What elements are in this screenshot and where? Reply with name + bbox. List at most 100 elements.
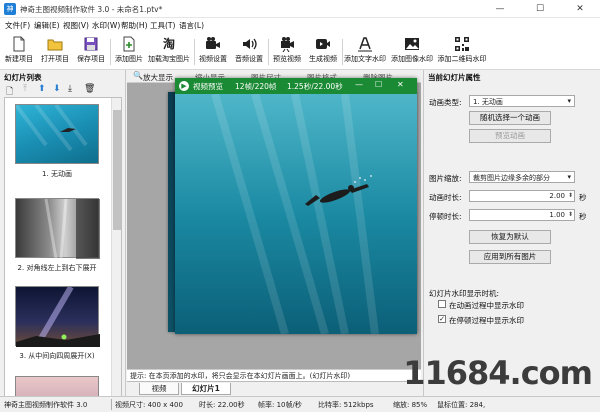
- preview-video-button[interactable]: 预览视频: [270, 35, 304, 68]
- show-during-animation-checkbox[interactable]: [438, 300, 446, 308]
- menu-watermark[interactable]: 水印(W): [92, 20, 120, 31]
- move-bottom-icon[interactable]: ⤓: [68, 84, 72, 94]
- preview-time-info: 1.25秒/22.00秒: [287, 82, 343, 91]
- show-during-pause-label: 在停顿过程中显示水印: [449, 316, 524, 325]
- slide-thumbnail-4[interactable]: [15, 376, 99, 396]
- scrollbar-thumb[interactable]: [113, 110, 121, 230]
- new-project-button[interactable]: 新建项目: [2, 35, 36, 68]
- menu-language[interactable]: 语言(L): [179, 20, 204, 31]
- generate-video-label: 生成视频: [309, 55, 337, 63]
- add-image-watermark-button[interactable]: 添加图像水印: [390, 35, 434, 68]
- menu-tools[interactable]: 工具(T): [150, 20, 175, 31]
- restore-default-button[interactable]: 恢复为默认: [469, 230, 551, 244]
- status-mouse-pos: 鼠标位置: 284,: [437, 401, 486, 409]
- hint-text: 提示: 在本页添加的水印，将只会显示在本幻灯片画面上。(幻灯片水印): [127, 369, 421, 381]
- site-watermark-logo: 11684.com: [403, 354, 593, 392]
- animation-duration-input[interactable]: 2.00: [469, 190, 575, 202]
- slide-label-1: 1. 无动画: [42, 170, 72, 178]
- slide-thumbnail-1[interactable]: [14, 103, 99, 164]
- show-during-animation-label: 在动画过程中显示水印: [449, 301, 524, 310]
- zoom-in-label[interactable]: 放大显示: [143, 72, 173, 83]
- text-watermark-icon: [358, 37, 372, 52]
- qrcode-icon: [455, 37, 469, 51]
- preview-title-bar: ▶ 视频预览 12帧/220帧 1.25秒/22.00秒 — ☐ ✕: [175, 78, 417, 94]
- open-project-button[interactable]: 打开项目: [38, 35, 72, 68]
- diver-image: [14, 103, 88, 152]
- show-during-pause-checkbox[interactable]: ✓: [438, 315, 446, 323]
- maximize-button[interactable]: ☐: [520, 0, 560, 18]
- animation-duration-label: 动画时长:: [429, 193, 462, 202]
- move-up-icon[interactable]: ⬆: [38, 84, 46, 94]
- video-camera-icon: [206, 37, 220, 49]
- move-down-icon[interactable]: ⬇: [53, 84, 61, 94]
- add-image-watermark-label: 添加图像水印: [391, 55, 433, 63]
- generate-video-icon: [316, 39, 330, 49]
- close-button[interactable]: ✕: [560, 0, 600, 18]
- tab-slide-1[interactable]: 幻灯片1: [181, 383, 231, 395]
- save-project-button[interactable]: 保存项目: [74, 35, 108, 68]
- tab-strip: 视频 幻灯片1: [127, 381, 421, 395]
- preview-minimize-button[interactable]: —: [355, 80, 363, 89]
- menu-file[interactable]: 文件(F): [5, 20, 30, 31]
- properties-title: 当前幻灯片属性: [424, 70, 600, 82]
- video-settings-button[interactable]: 视频设置: [196, 35, 230, 68]
- apply-all-button[interactable]: 应用到所有图片: [469, 250, 551, 264]
- minimize-button[interactable]: —: [480, 0, 520, 18]
- animation-type-select[interactable]: 1. 无动画: [469, 95, 575, 107]
- add-image-label: 添加图片: [115, 55, 143, 63]
- slide-thumbnail-3[interactable]: [15, 285, 100, 349]
- add-text-watermark-label: 添加文字水印: [344, 55, 386, 63]
- preview-frame-info: 12帧/220帧: [235, 82, 277, 91]
- menu-edit[interactable]: 编辑(E): [34, 20, 60, 31]
- add-image-button[interactable]: 添加图片: [112, 35, 146, 68]
- animation-type-label: 动画类型:: [429, 98, 462, 107]
- video-preview-window: ▶ 视频预览 12帧/220帧 1.25秒/22.00秒 — ☐ ✕: [175, 78, 417, 334]
- menu-bar: 文件(F) 编辑(E) 视图(V) 水印(W) 帮助(H) 工具(T) 语言(L…: [0, 18, 600, 33]
- new-project-icon: [13, 36, 25, 52]
- status-video-size: 视频尺寸: 400 x 400: [115, 401, 183, 409]
- preview-maximize-button[interactable]: ☐: [375, 80, 382, 89]
- rock-image: [44, 198, 100, 260]
- add-image-icon: [123, 36, 135, 52]
- status-separator: [111, 399, 112, 410]
- preview-title: 视频预览: [193, 82, 223, 91]
- audio-settings-button[interactable]: 音频设置: [232, 35, 266, 68]
- add-qrcode-watermark-button[interactable]: 添加二维码水印: [436, 35, 488, 68]
- menu-help[interactable]: 帮助(H): [121, 20, 148, 31]
- pause-duration-label: 停顿时长:: [429, 212, 462, 221]
- app-window: 神 神奇主图视频制作软件 3.0 - 未命名1.ptv* — ☐ ✕ 文件(F)…: [0, 0, 600, 412]
- slide-list-scrollbar[interactable]: [111, 98, 121, 396]
- status-duration: 时长: 22.00秒: [199, 401, 245, 409]
- image-scale-select[interactable]: 裁剪图片边缘多余的部分: [469, 171, 575, 183]
- save-project-label: 保存项目: [77, 55, 105, 63]
- tab-video[interactable]: 视频: [139, 383, 179, 395]
- pause-duration-input[interactable]: 1.00: [469, 209, 575, 221]
- load-taobao-button[interactable]: 淘 加载淘宝图片: [148, 35, 190, 68]
- add-text-watermark-button[interactable]: 添加文字水印: [343, 35, 387, 68]
- toolbar-separator: [194, 39, 195, 65]
- audio-icon: [243, 38, 257, 50]
- video-settings-label: 视频设置: [199, 55, 227, 63]
- toolbar-separator: [268, 39, 269, 65]
- delete-slide-icon[interactable]: 🗑: [84, 84, 95, 94]
- status-zoom: 缩放: 85%: [393, 401, 428, 409]
- slide-label-3: 3. 从中间向四周展开(X): [19, 352, 95, 360]
- slide-thumbnail-2[interactable]: [15, 198, 100, 260]
- preview-close-button[interactable]: ✕: [397, 80, 404, 89]
- generate-video-button[interactable]: 生成视频: [306, 35, 340, 68]
- pause-duration-unit: 秒: [579, 212, 587, 221]
- menu-view[interactable]: 视图(V): [63, 20, 89, 31]
- slide-list: 1. 无动画 2. 对角线左上到右下展开 3. 从中间向四周展开(X): [4, 97, 122, 397]
- image-scale-label: 图片缩放:: [429, 174, 462, 183]
- random-animation-button[interactable]: 随机选择一个动画: [469, 111, 551, 125]
- slide-list-title: 幻灯片列表: [0, 70, 125, 82]
- toolbar-separator: [110, 39, 111, 65]
- zoom-in-icon[interactable]: 🔍: [133, 71, 143, 80]
- watermark-timing-label: 幻灯片水印显示时机:: [429, 289, 500, 298]
- add-qrcode-watermark-label: 添加二维码水印: [437, 55, 487, 63]
- open-folder-icon: [47, 39, 63, 51]
- new-project-label: 新建项目: [5, 55, 33, 63]
- preview-video-label: 预览视频: [273, 55, 301, 63]
- preview-animation-button[interactable]: 预览动画: [469, 129, 551, 143]
- move-top-icon[interactable]: ⤒: [23, 84, 27, 94]
